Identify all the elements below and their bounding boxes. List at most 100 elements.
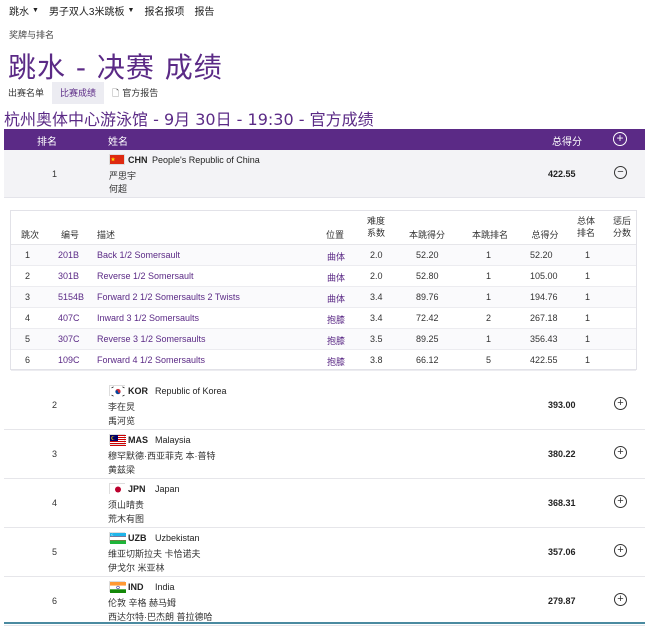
flag-ind-icon	[109, 581, 126, 593]
country-code: CHN	[128, 155, 148, 165]
dive-code[interactable]: 5154B	[58, 292, 84, 302]
nav-sport-dropdown[interactable]: 跳水 ▼	[9, 3, 39, 18]
athlete-name[interactable]: 须山晴贵	[108, 498, 144, 511]
header-total: 总得分	[552, 137, 582, 148]
total-score: 422.55	[548, 169, 576, 179]
result-row[interactable]: 4 JPN Japan 须山晴贵 荒木有图 368.31 +	[4, 479, 645, 528]
dive-row: 2 301B Reverse 1/2 Somersault 曲体 2.0 52.80 1 10…	[11, 266, 636, 287]
dive-score: 89.76	[416, 292, 439, 302]
header-difficulty: 难度 系数	[366, 216, 385, 238]
dive-position[interactable]: 抱膝	[327, 355, 345, 368]
result-row[interactable]: 1 CHN People's Republic of China 严思宇 何超 …	[4, 150, 645, 198]
result-row[interactable]: 5 UZB Uzbekistan 维亚切斯拉夫 卡恰诺夫 伊戈尔 米亚林 357.06 +	[4, 528, 645, 577]
total-score: 368.31	[548, 498, 576, 508]
athlete-name[interactable]: 伦敦 辛格 赫马姆	[108, 596, 176, 609]
result-row[interactable]: 3 MAS Malaysia 穆罕默德·西亚菲克 本·普特 黄兹梁 380.22 +	[4, 430, 645, 479]
expand-icon[interactable]: +	[614, 544, 627, 557]
dive-desc[interactable]: Forward 2 1/2 Somersaults 2 Twists	[97, 292, 240, 302]
collapse-icon[interactable]: −	[614, 166, 627, 179]
nav-event-dropdown[interactable]: 男子双人3米跳板 ▼	[49, 3, 135, 18]
tab-results[interactable]: 比赛成绩	[52, 82, 105, 104]
header-position: 位置	[325, 230, 344, 240]
dive-total: 194.76	[530, 292, 558, 302]
expand-icon[interactable]: +	[614, 446, 627, 459]
dive-jrank: 1	[486, 250, 492, 260]
flag-kor-icon	[109, 385, 126, 397]
dive-jrank: 1	[486, 271, 492, 281]
nav-label: 男子双人3米跳板	[48, 6, 125, 18]
header-jump-rank: 本跳排名	[471, 230, 508, 240]
country-code: UZB	[128, 533, 147, 543]
result-row[interactable]: 2 KOR Republic of Korea 李在炅 禹河览 393.00 +	[4, 381, 645, 430]
athlete-name[interactable]: 维亚切斯拉夫 卡恰诺夫	[108, 547, 201, 560]
expand-all-icon[interactable]: +	[613, 132, 627, 146]
country-code: MAS	[128, 435, 148, 445]
rank: 4	[52, 498, 58, 508]
dive-desc[interactable]: Reverse 1/2 Somersault	[97, 271, 194, 281]
tab-start-list[interactable]: 出赛名单	[0, 82, 52, 104]
country-name: People's Republic of China	[152, 155, 260, 165]
dive-total: 105.00	[530, 271, 558, 281]
dive-desc[interactable]: Reverse 3 1/2 Somersaults	[97, 334, 206, 344]
results-table-header: 排名 姓名 总得分 +	[4, 129, 645, 150]
athlete-name[interactable]: 伊戈尔 米亚林	[108, 561, 165, 574]
dive-position[interactable]: 抱膝	[327, 334, 345, 347]
tab-label: 出赛名单	[8, 88, 45, 98]
dive-position[interactable]: 曲体	[327, 250, 345, 263]
nav-label: 报告	[194, 6, 215, 18]
dive-position[interactable]: 曲体	[327, 292, 345, 305]
nav-reports-link[interactable]: 报告	[194, 3, 214, 18]
rank: 1	[52, 169, 58, 179]
expand-icon[interactable]: +	[614, 397, 627, 410]
expand-icon[interactable]: +	[614, 593, 627, 606]
dive-row: 1 201B Back 1/2 Somersault 曲体 2.0 52.20 1 52.20…	[11, 245, 636, 266]
breadcrumb[interactable]: 奖牌与排名	[9, 28, 54, 41]
dive-score: 52.20	[416, 250, 439, 260]
dive-desc[interactable]: Inward 3 1/2 Somersaults	[97, 313, 199, 323]
dive-row: 3 5154B Forward 2 1/2 Somersaults 2 Twists…	[11, 287, 636, 308]
dive-total: 356.43	[530, 334, 558, 344]
total-score: 380.22	[548, 449, 576, 459]
dive-code[interactable]: 307C	[58, 334, 80, 344]
header-desc: 描述	[96, 230, 115, 240]
dive-detail-table: 跳次 编号 描述 位置 难度 系数 本跳得分 本跳排名 总得分 总体 排名 惩后…	[10, 210, 637, 371]
dive-row: 6 109C Forward 4 1/2 Somersaults 抱膝 3.8 66.12…	[11, 350, 636, 371]
rank: 3	[52, 449, 58, 459]
dive-position[interactable]: 抱膝	[327, 313, 345, 326]
flag-uzb-icon	[109, 532, 126, 544]
expand-icon[interactable]: +	[614, 495, 627, 508]
dive-round: 4	[25, 313, 31, 323]
athlete-name[interactable]: 穆罕默德·西亚菲克 本·普特	[108, 449, 216, 462]
flag-mas-icon	[109, 434, 126, 446]
dive-trank: 1	[585, 271, 591, 281]
dive-code[interactable]: 407C	[58, 313, 80, 323]
header-name: 姓名	[108, 137, 128, 148]
dive-position[interactable]: 曲体	[327, 271, 345, 284]
dive-score: 89.25	[416, 334, 439, 344]
athlete-name[interactable]: 黄兹梁	[108, 463, 135, 476]
dive-score: 66.12	[416, 355, 439, 365]
dive-desc[interactable]: Forward 4 1/2 Somersaults	[97, 355, 205, 365]
rank: 5	[52, 547, 58, 557]
caret-down-icon: ▼	[32, 6, 39, 14]
header-jump-score: 本跳得分	[408, 230, 445, 240]
dive-trank: 1	[585, 250, 591, 260]
dive-desc[interactable]: Back 1/2 Somersault	[97, 250, 180, 260]
athlete-name[interactable]: 何超	[109, 182, 127, 195]
dive-dd: 3.4	[370, 292, 383, 302]
athlete-name[interactable]: 荒木有图	[108, 512, 144, 525]
total-score: 393.00	[548, 400, 576, 410]
athlete-name[interactable]: 严思宇	[109, 169, 136, 182]
dive-code[interactable]: 109C	[58, 355, 80, 365]
result-row[interactable]: 6 IND India 伦敦 辛格 赫马姆 西达尔特·巴杰朗 普拉德哈 279.87 +	[4, 577, 645, 626]
dive-code[interactable]: 201B	[58, 250, 79, 260]
tab-official-report[interactable]: 🗋 官方报告	[104, 82, 166, 104]
athlete-name[interactable]: 李在炅	[108, 400, 135, 413]
athlete-name[interactable]: 禹河览	[108, 414, 135, 427]
nav-entries-link[interactable]: 报名报项	[144, 3, 184, 18]
country-code: KOR	[128, 386, 148, 396]
dive-row: 4 407C Inward 3 1/2 Somersaults 抱膝 3.4 72.42 2…	[11, 308, 636, 329]
dive-row: 5 307C Reverse 3 1/2 Somersaults 抱膝 3.5 89.25…	[11, 329, 636, 350]
caret-down-icon: ▼	[127, 6, 135, 14]
dive-code[interactable]: 301B	[58, 271, 79, 281]
